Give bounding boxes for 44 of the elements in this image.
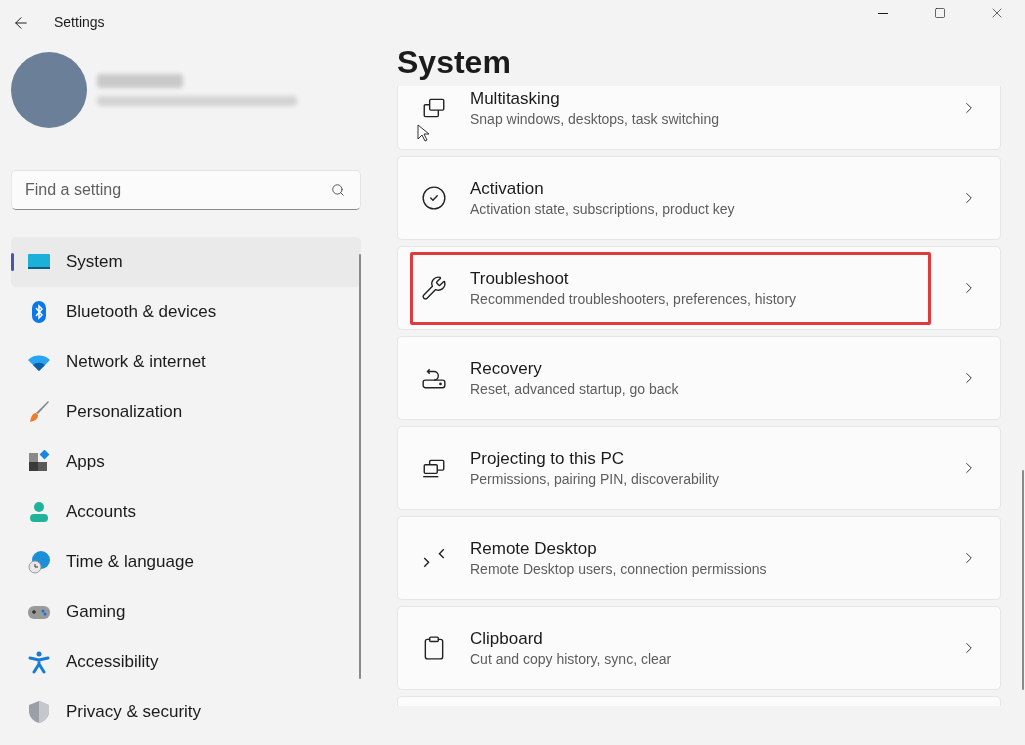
card-title: Multitasking bbox=[470, 88, 561, 110]
card-description: Recommended troubleshooters, preferences, history bbox=[470, 290, 797, 308]
page-title: System bbox=[397, 43, 512, 81]
apps-icon bbox=[26, 450, 51, 474]
shield-icon bbox=[26, 700, 51, 724]
maximize-icon bbox=[933, 7, 946, 19]
minimize-icon bbox=[877, 12, 888, 14]
card-description: Cut and copy history, sync, clear bbox=[470, 650, 672, 668]
card-title: Projecting to this PC bbox=[470, 448, 625, 470]
card-description: Activation state, subscriptions, product key bbox=[470, 200, 735, 218]
check-circle-icon bbox=[421, 185, 447, 211]
settings-card[interactable]: Activation Activation state, subscriptions, product key bbox=[397, 156, 1001, 240]
card-title: Troubleshoot bbox=[470, 268, 570, 290]
sidebar-item[interactable]: Accounts bbox=[11, 487, 361, 537]
settings-card[interactable]: Projecting to this PC Permissions, pairing PIN, discoverability bbox=[397, 426, 1001, 510]
search-field[interactable]: Find a setting bbox=[11, 170, 361, 210]
card-title: Clipboard bbox=[470, 628, 544, 650]
card-title: Recovery bbox=[470, 358, 543, 380]
sidebar-item[interactable]: System bbox=[11, 237, 361, 287]
search-icon bbox=[331, 183, 345, 197]
sidebar-item[interactable]: Privacy & security bbox=[11, 687, 361, 737]
sidebar-item[interactable]: Network & internet bbox=[11, 337, 361, 387]
pointer-icon bbox=[417, 124, 429, 142]
card-description: Snap windows, desktops, task switching bbox=[470, 110, 719, 128]
card-description: Reset, advanced startup, go back bbox=[470, 380, 679, 398]
card-description: Remote Desktop users, connection permissions bbox=[470, 560, 767, 578]
card-description: Permissions, pairing PIN, discoverability bbox=[470, 470, 719, 488]
sidebar-item[interactable]: Apps bbox=[11, 437, 361, 487]
settings-card[interactable]: Troubleshoot Recommended troubleshooters, preferences, history bbox=[397, 246, 1001, 330]
settings-card[interactable]: Recovery Reset, advanced startup, go back bbox=[397, 336, 1001, 420]
sidebar-item[interactable]: Personalization bbox=[11, 387, 361, 437]
sidebar-item[interactable]: Time & language bbox=[11, 537, 361, 587]
sidebar-item[interactable]: Bluetooth & devices bbox=[11, 287, 361, 337]
globe-clock-icon bbox=[26, 550, 51, 574]
settings-card[interactable]: Clipboard Cut and copy history, sync, clear bbox=[397, 606, 1001, 690]
settings-card[interactable]: Remote Desktop Remote Desktop users, connection permissions bbox=[397, 516, 1001, 600]
sidebar-item[interactable]: Accessibility bbox=[11, 637, 361, 687]
accessibility-icon bbox=[26, 650, 51, 674]
card-title: Activation bbox=[470, 178, 545, 200]
sidebar-item[interactable]: Gaming bbox=[11, 587, 361, 637]
wrench-icon bbox=[421, 275, 447, 301]
window-title: Settings bbox=[54, 13, 105, 32]
card-title: Remote Desktop bbox=[470, 538, 598, 560]
settings-card[interactable]: Multitasking Snap windows, desktops, task switching bbox=[397, 86, 1001, 150]
